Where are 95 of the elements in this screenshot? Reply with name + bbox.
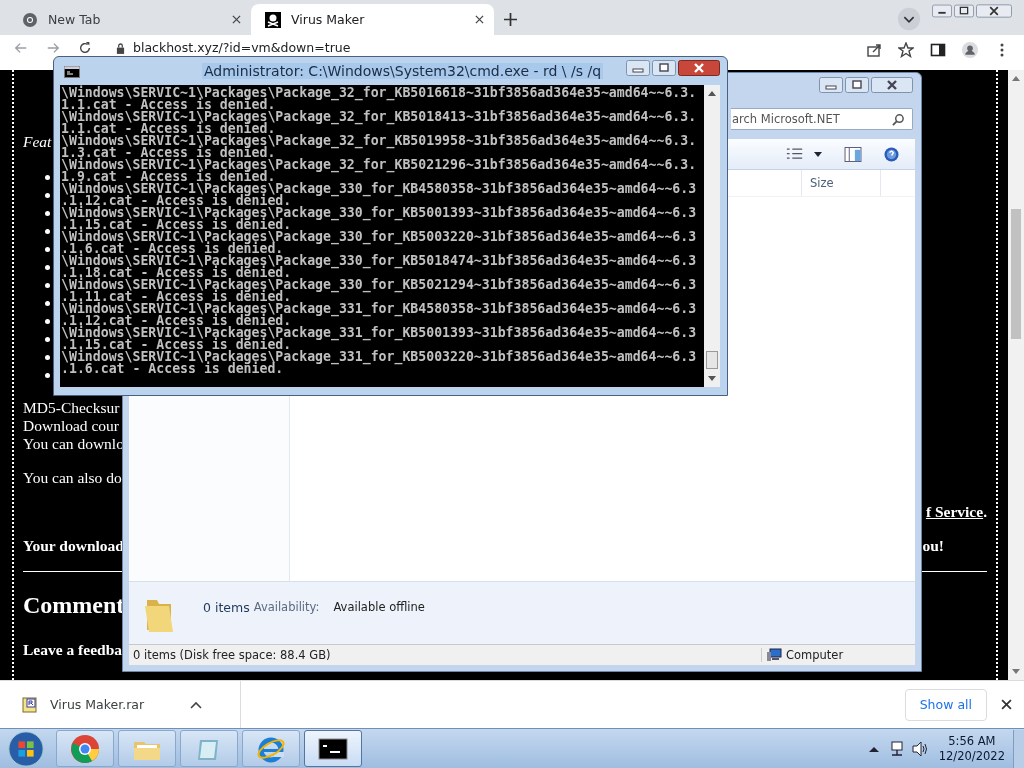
preview-pane-icon[interactable] xyxy=(844,146,862,162)
chrome-icon xyxy=(70,733,100,764)
availability-value: Available offline xyxy=(333,600,425,614)
close-icon[interactable] xyxy=(871,77,913,93)
clock[interactable]: 5:56 AM 12/20/2022 xyxy=(938,733,1005,764)
browser-tab[interactable]: New Tab xyxy=(8,4,251,35)
help-icon[interactable] xyxy=(884,146,899,162)
item-count: 0 items xyxy=(203,599,250,615)
share-icon[interactable] xyxy=(866,42,882,58)
location-text: Computer xyxy=(786,648,844,662)
comments-heading: Comment xyxy=(23,591,125,620)
console-line: \Windows\SERVIC~1\Packages\Package_331_for_KB5001393~31bf3856ad364e35~amd64~~6.3 xyxy=(60,327,698,339)
profile-icon[interactable] xyxy=(962,42,978,58)
speaker-icon[interactable] xyxy=(910,739,929,758)
status-text: 0 items (Disk free space: 88.4 GB) xyxy=(129,648,762,662)
maximize-icon[interactable] xyxy=(652,60,676,76)
console-line: .1.6.cat - Access is denied. xyxy=(60,363,284,375)
console-line: \Windows\SERVIC~1\Packages\Package_330_for_KB5018474~31bf3856ad364e35~amd64~~6.3 xyxy=(60,255,698,267)
view-list-icon[interactable] xyxy=(786,146,804,162)
dropdown-caret-icon[interactable] xyxy=(814,151,822,157)
maximize-icon[interactable] xyxy=(845,77,869,93)
console-line: \Windows\SERVIC~1\Packages\Package_330_for_KB4580358~31bf3856ad364e35~amd64~~6.3 xyxy=(60,183,698,195)
time-text: 5:56 AM xyxy=(948,733,996,749)
console-line: \Windows\SERVIC~1\Packages\Package_32_for_KB5018413~31bf3856ad364e35~amd64~~6.3. xyxy=(60,111,698,123)
page-text: You can also do xyxy=(23,469,122,487)
close-icon[interactable] xyxy=(475,15,484,24)
search-field[interactable]: arch Microsoft.NET xyxy=(731,108,913,130)
console-line: \Windows\SERVIC~1\Packages\Package_330_for_KB5001393~31bf3856ad364e35~amd64~~6.3 xyxy=(60,207,698,219)
scroll-up-icon[interactable] xyxy=(708,90,716,96)
bullet-icon xyxy=(45,282,50,288)
download-note-end: ou! xyxy=(922,537,944,555)
chrome-icon xyxy=(22,11,38,28)
taskbar-button[interactable] xyxy=(304,730,362,767)
download-file-name[interactable]: Virus Maker.rar xyxy=(50,697,190,712)
page-text: You can downlo xyxy=(23,435,124,453)
bullet-icon xyxy=(45,192,50,198)
computer-icon xyxy=(766,648,782,662)
new-tab-icon[interactable] xyxy=(504,13,517,26)
start-button[interactable] xyxy=(6,729,46,768)
minimize-icon[interactable] xyxy=(819,77,843,93)
console-line: \Windows\SERVIC~1\Packages\Package_330_for_KB5003220~31bf3856ad364e35~amd64~~6.3 xyxy=(60,231,698,243)
console-line: \Windows\SERVIC~1\Packages\Package_32_for_KB5019958~31bf3856ad364e35~amd64~~6.3. xyxy=(60,135,698,147)
console-line: \Windows\SERVIC~1\Packages\Package_32_for_KB5016618~31bf3856ad364e35~amd64~~6.3. xyxy=(60,87,698,99)
period-text: . xyxy=(983,503,987,520)
console-line: \Windows\SERVIC~1\Packages\Package_331_for_KB4580358~31bf3856ad364e35~amd64~~6.3 xyxy=(60,303,698,315)
close-icon[interactable] xyxy=(678,60,720,76)
scroll-thumb[interactable] xyxy=(706,351,718,369)
browser-tab[interactable]: Virus Maker xyxy=(251,4,494,35)
show-hidden-icons-icon[interactable] xyxy=(868,745,879,752)
minimize-icon[interactable] xyxy=(626,60,650,76)
caret-icon[interactable] xyxy=(190,700,202,709)
window-title: Administrator: C:\Windows\System32\cmd.exe - rd \ /s /q xyxy=(202,63,604,79)
close-icon[interactable] xyxy=(1001,699,1012,710)
bullet-icon xyxy=(45,210,50,216)
close-icon[interactable] xyxy=(232,15,241,24)
side-panel-icon[interactable] xyxy=(930,42,946,58)
bookmark-star-icon[interactable] xyxy=(898,42,914,58)
scroll-up-icon[interactable] xyxy=(1012,75,1020,81)
scrollbar[interactable] xyxy=(704,85,720,387)
console-line: \Windows\SERVIC~1\Packages\Package_331_for_KB5003220~31bf3856ad364e35~amd64~~6.3 xyxy=(60,351,698,363)
maximize-icon[interactable] xyxy=(954,4,974,18)
availability-label: Availability: xyxy=(253,600,320,614)
show-all-button[interactable]: Show all xyxy=(904,688,987,721)
scroll-down-icon[interactable] xyxy=(708,376,716,382)
address-field[interactable]: blackhost.xyz/?id=vm&down=true xyxy=(116,41,850,55)
bullet-icon xyxy=(45,264,50,270)
download-note: Your download xyxy=(23,537,124,555)
bullet-icon xyxy=(45,174,50,180)
command-prompt-icon xyxy=(64,66,80,78)
page-text: MD5-Checksur xyxy=(23,399,120,417)
features-label: Feat xyxy=(23,133,52,151)
scroll-thumb[interactable] xyxy=(1011,209,1021,339)
bullet-icon xyxy=(45,318,50,324)
bullet-icon xyxy=(45,372,50,378)
lock-icon xyxy=(116,42,125,54)
date-text: 12/20/2022 xyxy=(938,748,1005,764)
feedback-label: Leave a feedba xyxy=(23,641,122,659)
bullet-icon xyxy=(45,246,50,252)
bullet-icon xyxy=(45,336,50,342)
console-line: \Windows\SERVIC~1\Packages\Package_32_for_KB5021296~31bf3856ad364e35~amd64~~6.3. xyxy=(60,159,698,171)
bullet-icon xyxy=(45,354,50,360)
scroll-down-icon[interactable] xyxy=(1012,669,1020,675)
reload-icon[interactable] xyxy=(78,41,92,55)
terms-link[interactable]: f Service xyxy=(925,503,984,520)
scrollbar[interactable] xyxy=(1008,70,1024,680)
column-header[interactable]: Size xyxy=(802,170,881,196)
skull-icon xyxy=(265,11,281,28)
minimize-icon[interactable] xyxy=(932,4,952,18)
bullet-icon xyxy=(45,300,50,306)
bullet-icon xyxy=(45,228,50,234)
close-icon[interactable] xyxy=(976,4,1012,18)
archive-icon xyxy=(22,696,38,713)
page-text: Download cour xyxy=(23,417,119,435)
tab-search-icon[interactable] xyxy=(896,6,922,32)
console-line: \Windows\SERVIC~1\Packages\Package_330_for_KB5021294~31bf3856ad364e35~amd64~~6.3 xyxy=(60,279,698,291)
